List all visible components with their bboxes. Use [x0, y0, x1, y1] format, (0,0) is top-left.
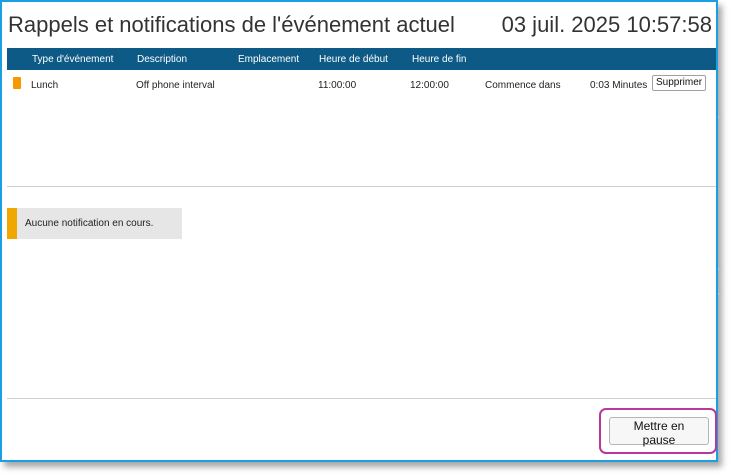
column-header-description[interactable]: Description [137, 54, 187, 65]
table-row[interactable]: Lunch Off phone interval 11:00:00 12:00:… [7, 72, 716, 96]
notification-status-text: Aucune notification en cours. [25, 218, 154, 229]
delete-button[interactable]: Supprimer [652, 75, 707, 91]
event-type-color-swatch [13, 77, 21, 89]
event-end-cell: 12:00:00 [410, 80, 449, 91]
current-datetime: 03 juil. 2025 10:57:58 [501, 12, 712, 37]
events-table-header: Type d'événement Description Emplacement… [7, 48, 716, 70]
event-countdown: 0:03 Minutes [590, 80, 648, 91]
scroll-marker [718, 293, 721, 295]
scroll-marker [718, 268, 721, 270]
scroll-marker [718, 116, 721, 118]
event-description-cell: Off phone interval [136, 80, 215, 91]
divider [7, 186, 716, 187]
column-header-start[interactable]: Heure de début [319, 54, 388, 65]
pause-button[interactable]: Mettre en pause [609, 417, 709, 447]
column-header-type[interactable]: Type d'événement [32, 54, 113, 65]
column-header-location[interactable]: Emplacement [238, 54, 299, 65]
divider [7, 398, 716, 399]
notification-status-banner: Aucune notification en cours. [7, 208, 182, 239]
reminders-window: Rappels et notifications de l'événement … [0, 0, 718, 462]
event-status-label: Commence dans [485, 80, 561, 91]
window-title: Rappels et notifications de l'événement … [8, 12, 455, 37]
column-header-end[interactable]: Heure de fin [412, 54, 466, 65]
event-start-cell: 11:00:00 [318, 80, 357, 91]
pause-button-highlight: Mettre en pause [599, 408, 717, 454]
event-type-cell: Lunch [31, 80, 59, 91]
